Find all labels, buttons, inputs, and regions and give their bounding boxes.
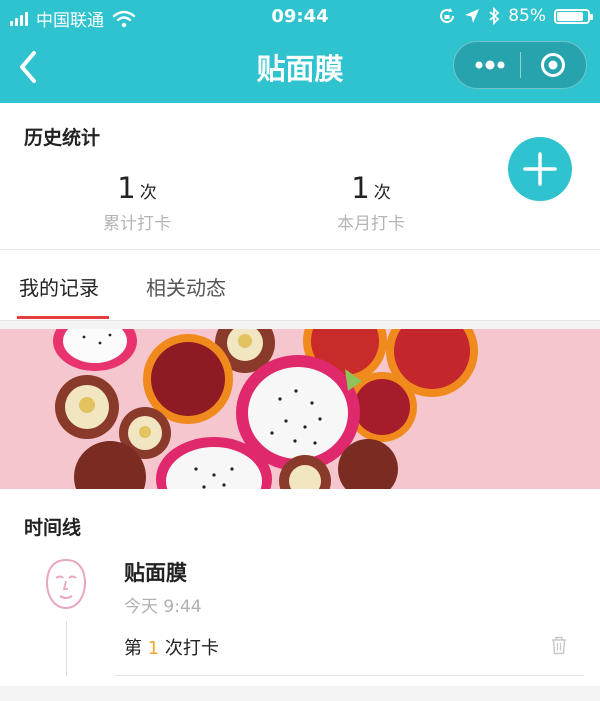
timeline-connector xyxy=(66,621,67,676)
status-bar: 中国联通 09:44 85% xyxy=(0,0,600,34)
mini-program-capsule xyxy=(453,41,587,89)
location-icon xyxy=(465,9,480,23)
checkin-suffix: 次打卡 xyxy=(159,638,219,659)
entry-divider xyxy=(114,675,584,676)
timeline-section: 时间线 贴面膜 今天 9:44 第 1 次打卡 xyxy=(0,489,600,686)
battery-fill xyxy=(557,11,583,21)
entry-name: 贴面膜 xyxy=(124,561,187,585)
tab-related-activity[interactable]: 相关动态 xyxy=(146,272,226,301)
add-button[interactable] xyxy=(508,137,572,201)
stat-month-label: 本月打卡 xyxy=(337,214,405,234)
banner-image xyxy=(0,329,600,489)
stat-total-unit: 次 xyxy=(139,183,157,203)
stat-month: 1次 本月打卡 xyxy=(296,171,446,234)
tab-my-records[interactable]: 我的记录 xyxy=(19,272,99,301)
entry-time: 今天 9:44 xyxy=(124,597,202,617)
history-stats-card: 历史统计 1次 累计打卡 1次 本月打卡 xyxy=(0,103,600,250)
trash-icon[interactable] xyxy=(550,635,568,655)
stats-title: 历史统计 xyxy=(24,127,101,149)
status-right: 85% xyxy=(438,6,593,26)
stat-total-value: 1 xyxy=(117,171,136,205)
lock-rotation-icon xyxy=(440,8,455,23)
battery-percent: 85% xyxy=(508,6,546,26)
fruit-banner-illustration xyxy=(0,329,600,489)
more-dots-icon[interactable] xyxy=(472,57,508,73)
header-bar: 中国联通 09:44 85% 贴面膜 xyxy=(0,0,600,103)
capsule-divider xyxy=(520,52,521,78)
stat-total: 1次 累计打卡 xyxy=(62,171,212,234)
battery-icon xyxy=(554,8,593,24)
checkin-prefix: 第 xyxy=(124,638,148,659)
stat-total-label: 累计打卡 xyxy=(103,214,171,234)
stat-month-unit: 次 xyxy=(373,183,391,203)
bluetooth-icon xyxy=(489,7,500,25)
active-tab-indicator xyxy=(17,316,109,319)
checkin-count: 1 xyxy=(147,638,160,659)
checkin-text: 第 1 次打卡 xyxy=(124,634,219,660)
stat-month-value: 1 xyxy=(351,171,370,205)
face-mask-icon xyxy=(45,558,87,610)
tab-bar: 我的记录 相关动态 xyxy=(0,250,600,321)
plus-icon xyxy=(523,152,557,186)
close-circle-icon[interactable] xyxy=(540,52,566,78)
timeline-title: 时间线 xyxy=(24,517,82,539)
